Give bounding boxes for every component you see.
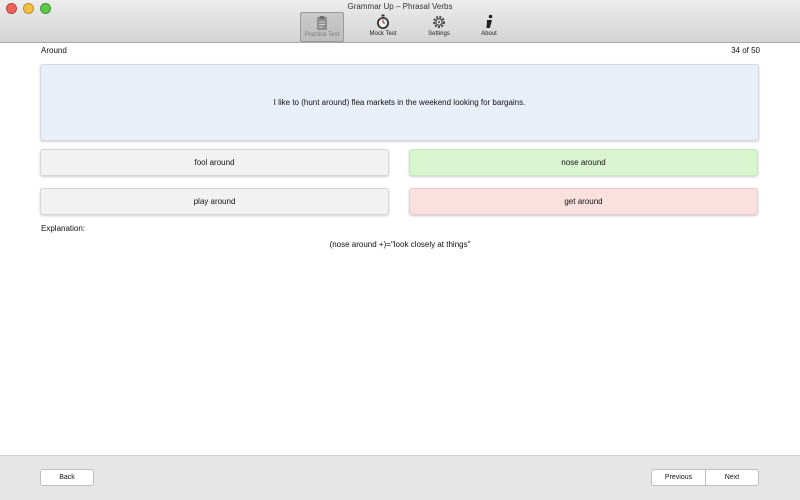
toolbar-mock-test[interactable]: Mock Test [361, 12, 405, 42]
answer-option-label: fool around [194, 158, 235, 167]
explanation-text: (nose around +)="look closely at things" [329, 240, 471, 249]
stopwatch-icon [377, 14, 389, 29]
toolbar-about-label: About [481, 31, 497, 37]
window-titlebar: Grammar Up – Phrasal Verbs Practice Test… [0, 0, 800, 43]
back-button[interactable]: Back [40, 469, 94, 486]
toolbar-about[interactable]: About [467, 12, 511, 42]
answer-option-label: get around [564, 197, 603, 206]
answer-option-1[interactable]: fool around [40, 149, 389, 176]
answer-option-label: nose around [561, 158, 606, 167]
question-text: I like to (hunt around) flea markets in … [273, 98, 526, 107]
window-title: Grammar Up – Phrasal Verbs [347, 2, 453, 11]
clipboard-icon [317, 16, 327, 30]
next-button[interactable]: Next [705, 469, 759, 486]
bottom-navigation-bar: Back Previous Next [0, 455, 800, 500]
previous-button[interactable]: Previous [651, 469, 706, 486]
gear-icon [433, 16, 445, 28]
answer-option-4-wrong[interactable]: get around [409, 188, 758, 215]
answer-option-3[interactable]: play around [40, 188, 389, 215]
toolbar-practice-test[interactable]: Practice Test [300, 12, 344, 42]
toolbar-settings[interactable]: Settings [417, 12, 461, 42]
question-category: Around [41, 46, 67, 55]
answer-option-label: play around [193, 197, 236, 206]
toolbar-practice-test-label: Practice Test [304, 32, 340, 38]
toolbar-settings-label: Settings [428, 31, 450, 37]
question-card: I like to (hunt around) flea markets in … [40, 64, 759, 141]
answer-option-2-correct[interactable]: nose around [409, 149, 758, 176]
toolbar-mock-test-label: Mock Test [369, 31, 397, 37]
info-icon [486, 14, 493, 28]
question-progress: 34 of 50 [731, 46, 760, 55]
explanation-heading: Explanation: [41, 224, 86, 233]
